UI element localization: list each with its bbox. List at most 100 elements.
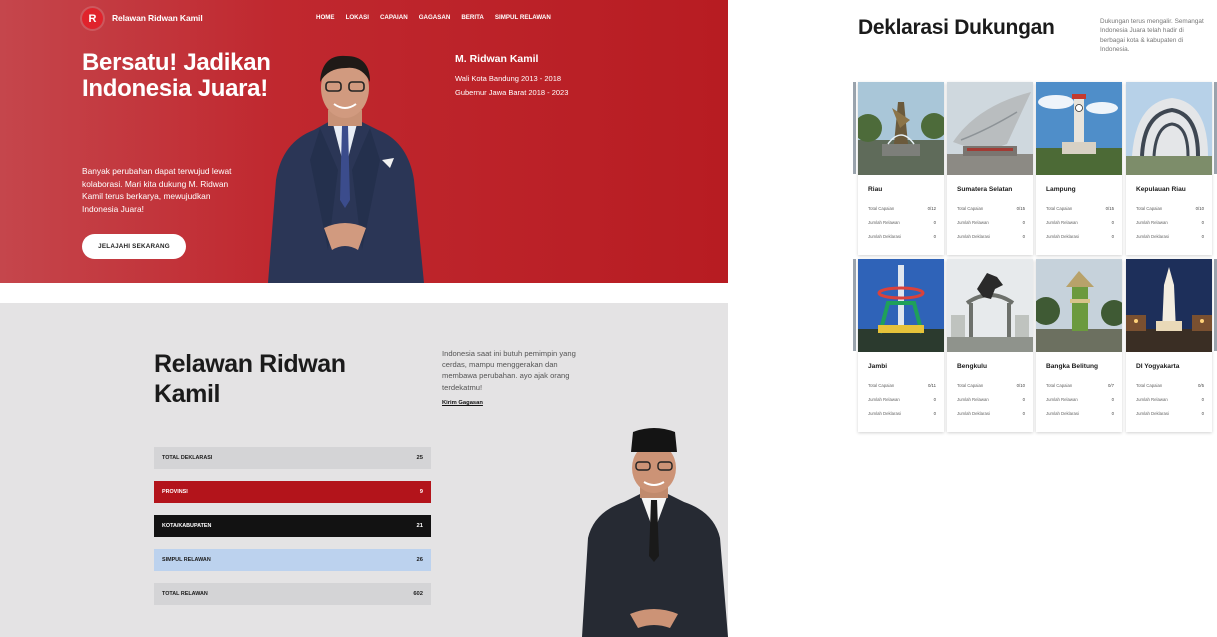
fish-monument-photo: [947, 82, 1033, 175]
stat-value: 0: [933, 234, 936, 239]
province-name: Riau: [868, 186, 883, 193]
declaration-title: Deklarasi Dukungan: [858, 16, 1055, 39]
stat-value: 0: [1111, 234, 1114, 239]
province-name: Jambi: [868, 363, 888, 370]
stat-capaian: Total Capaian 0/5: [1136, 383, 1204, 388]
stat-row-kota-kabupaten: KOTA/KABUPATEN 21: [154, 515, 431, 537]
stats-title: Relawan Ridwan Kamil: [154, 350, 346, 408]
stat-value: 0: [1022, 234, 1025, 239]
stat-label: Jumlah Relawan: [868, 397, 900, 402]
province-card-riau[interactable]: Riau Total Capaian 0/12 Jumlah Relawan 0 J…: [858, 82, 944, 255]
hero-description: Banyak perubahan dapat terwujud lewat ko…: [82, 166, 232, 215]
stat-label: Jumlah Relawan: [1136, 220, 1168, 225]
stats-section: Relawan Ridwan Kamil Indonesia saat ini …: [0, 303, 728, 637]
province-name: Bengkulu: [957, 363, 988, 370]
stat-label: Jumlah Relawan: [868, 220, 900, 225]
curved-building-photo: [1126, 82, 1212, 175]
stat-value: 0: [1111, 220, 1114, 225]
stat-label: Jumlah Relawan: [1046, 220, 1078, 225]
horse-statue-photo: [947, 259, 1033, 352]
stat-row-total-relawan: TOTAL RELAWAN 602: [154, 583, 431, 605]
carousel-edge: [853, 82, 856, 174]
clock-tower-photo: [1036, 82, 1122, 175]
hero-title: Bersatu! Jadikan Indonesia Juara!: [82, 49, 271, 102]
stat-label: Jumlah Deklarasi: [957, 411, 990, 416]
stat-label: Total Capaian: [868, 206, 895, 211]
stat-value: 0: [1022, 411, 1025, 416]
province-card-kepulauan-riau[interactable]: Kepulauan Riau Total Capaian 0/10 Jumlah …: [1126, 82, 1212, 255]
stat-row-total-deklarasi: TOTAL DEKLARASI 25: [154, 447, 431, 469]
nav-item-simpul-relawan[interactable]: SIMPUL RELAWAN: [495, 14, 551, 21]
stat-deklarasi: Jumlah Deklarasi 0: [1136, 411, 1204, 416]
stat-relawan: Jumlah Relawan 0: [1046, 220, 1114, 225]
stat-relawan: Jumlah Relawan 0: [1046, 397, 1114, 402]
stat-label: Total Capaian: [1046, 206, 1073, 211]
stat-capaian: Total Capaian 0/11: [868, 383, 936, 388]
stat-label: SIMPUL RELAWAN: [162, 557, 211, 563]
province-card-di-yogyakarta[interactable]: DI Yogyakarta Total Capaian 0/5 Jumlah Re…: [1126, 259, 1212, 432]
stat-value: 0: [933, 397, 936, 402]
stat-capaian: Total Capaian 0/15: [957, 206, 1025, 211]
stat-value: 0: [1201, 397, 1204, 402]
declaration-description: Dukungan terus mengalir. Semangat Indone…: [1100, 18, 1204, 53]
stat-value: 0/11: [927, 383, 936, 388]
candidate-name: M. Ridwan Kamil: [455, 53, 539, 65]
province-name: DI Yogyakarta: [1136, 363, 1180, 370]
stat-label: Jumlah Relawan: [957, 220, 989, 225]
stat-value: 0/7: [1108, 383, 1114, 388]
stat-row-simpul-relawan: SIMPUL RELAWAN 26: [154, 549, 431, 571]
nav-item-berita[interactable]: BERITA: [461, 14, 484, 21]
stat-value: 0: [1201, 411, 1204, 416]
brand-logo[interactable]: R: [82, 8, 103, 29]
candidate-portrait-image: [582, 428, 728, 637]
explore-button[interactable]: JELAJAHI SEKARANG: [82, 234, 186, 259]
send-idea-link[interactable]: Kirim Gagasan: [442, 400, 483, 406]
stat-capaian: Total Capaian 0/10: [1136, 206, 1204, 211]
stat-value: 0: [1201, 234, 1204, 239]
stat-relawan: Jumlah Relawan 0: [1136, 397, 1204, 402]
stat-label: KOTA/KABUPATEN: [162, 523, 212, 529]
career-item: Wali Kota Bandung 2013 - 2018: [455, 74, 562, 83]
province-card-lampung[interactable]: Lampung Total Capaian 0/15 Jumlah Relawan…: [1036, 82, 1122, 255]
province-card-jambi[interactable]: Jambi Total Capaian 0/11 Jumlah Relawan 0 …: [858, 259, 944, 432]
nav-item-lokasi[interactable]: LOKASI: [346, 14, 369, 21]
stat-label: Total Capaian: [1136, 383, 1163, 388]
stat-value: 0: [1111, 411, 1114, 416]
nav-item-gagasan[interactable]: GAGASAN: [419, 14, 451, 21]
stat-label: Jumlah Deklarasi: [1046, 411, 1079, 416]
stat-deklarasi: Jumlah Deklarasi 0: [1136, 234, 1204, 239]
hero-section: R Relawan Ridwan Kamil HOME LOKASI CAPAI…: [0, 0, 728, 283]
stat-value: 0: [1201, 220, 1204, 225]
stat-relawan: Jumlah Relawan 0: [957, 220, 1025, 225]
stat-label: Total Capaian: [1046, 383, 1073, 388]
stat-deklarasi: Jumlah Deklarasi 0: [957, 234, 1025, 239]
stat-label: Total Capaian: [1136, 206, 1163, 211]
carousel-edge: [853, 259, 856, 351]
stat-label: Total Capaian: [868, 383, 895, 388]
province-name: Lampung: [1046, 186, 1076, 193]
stat-capaian: Total Capaian 0/12: [868, 206, 936, 211]
stat-label: Jumlah Deklarasi: [868, 411, 901, 416]
green-tower-photo: [1036, 259, 1122, 352]
stat-label: Jumlah Deklarasi: [1046, 234, 1079, 239]
province-name: Kepulauan Riau: [1136, 186, 1186, 193]
stat-capaian: Total Capaian 0/15: [1046, 206, 1114, 211]
statue-fountain-photo: [858, 82, 944, 175]
stat-value: 0/10: [1016, 383, 1025, 388]
stat-value: 0/10: [1195, 206, 1204, 211]
province-card-bengkulu[interactable]: Bengkulu Total Capaian 0/10 Jumlah Relawa…: [947, 259, 1033, 432]
stat-relawan: Jumlah Relawan 0: [957, 397, 1025, 402]
stat-value: 21: [416, 523, 423, 529]
province-card-sumatera-selatan[interactable]: Sumatera Selatan Total Capaian 0/15 Jumla…: [947, 82, 1033, 255]
stat-value: 0/12: [927, 206, 936, 211]
nav-item-home[interactable]: HOME: [316, 14, 335, 21]
hero-portrait-image: [268, 55, 424, 283]
stat-value: 0: [933, 411, 936, 416]
stat-label: TOTAL DEKLARASI: [162, 455, 213, 461]
province-card-bangka-belitung[interactable]: Bangka Belitung Total Capaian 0/7 Jumlah …: [1036, 259, 1122, 432]
nav-item-capaian[interactable]: CAPAIAN: [380, 14, 408, 21]
brand-name[interactable]: Relawan Ridwan Kamil: [112, 13, 203, 23]
stat-label: Jumlah Relawan: [957, 397, 989, 402]
stat-capaian: Total Capaian 0/10: [957, 383, 1025, 388]
career-item: Gubernur Jawa Barat 2018 - 2023: [455, 88, 569, 97]
